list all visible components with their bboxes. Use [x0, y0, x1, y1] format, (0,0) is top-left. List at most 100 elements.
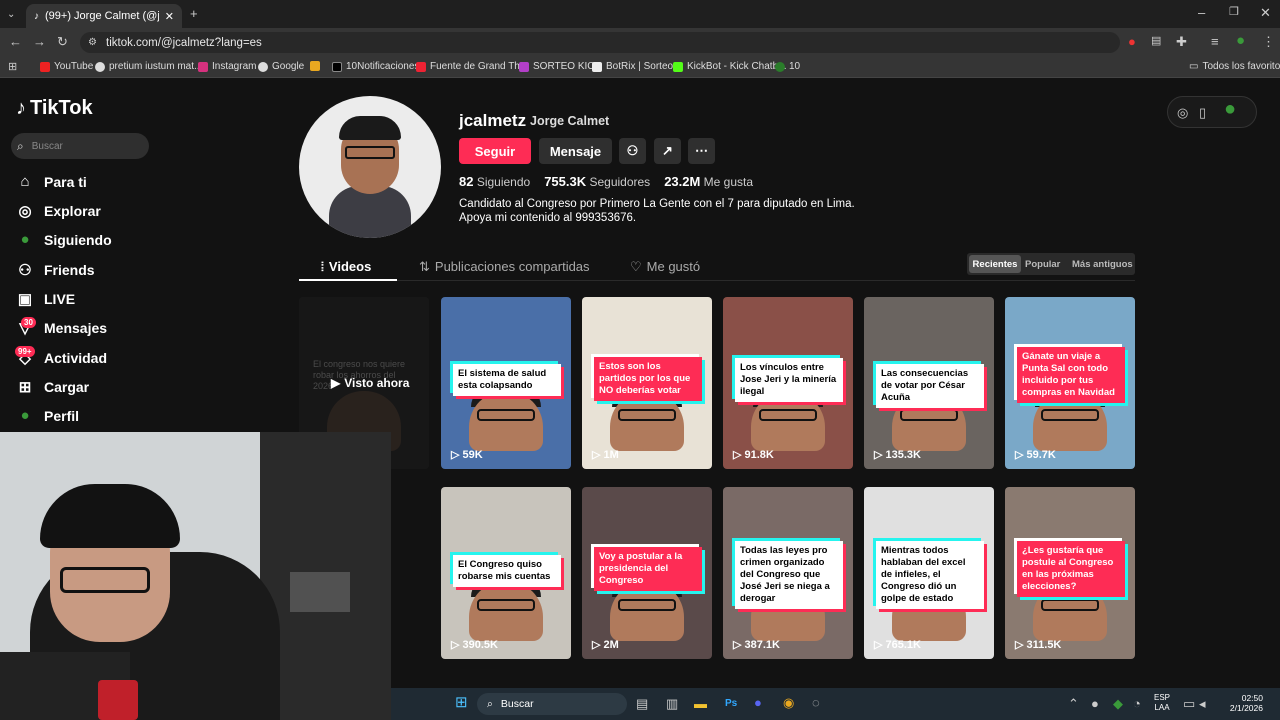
search-input[interactable]: ⌕ Buscar	[11, 133, 149, 159]
chrome-profile-avatar[interactable]: ●	[1236, 33, 1245, 48]
live-icon: ▣	[17, 291, 33, 308]
bookmark-pretium[interactable]: pretium iustum mat...	[95, 61, 202, 72]
bookmark-botrix[interactable]: BotRix | Sorteos	[592, 61, 678, 72]
windows-start-icon[interactable]: ⊞	[455, 695, 468, 710]
bookmark-google[interactable]: Google	[258, 61, 304, 72]
bookmark-youtube[interactable]: YouTube	[40, 61, 93, 72]
apps-grid-icon[interactable]: ⊞	[8, 61, 17, 74]
video-tile[interactable]: Voy a postular a la presidencia del Cong…	[582, 487, 712, 659]
taskbar-search[interactable]: ⌕ Buscar	[477, 693, 627, 715]
message-button[interactable]: Mensaje	[539, 138, 612, 164]
sidebar-item-cargar[interactable]: ⊞ Cargar	[16, 378, 89, 396]
slack-icon	[310, 61, 320, 71]
bookmark-gta[interactable]: Fuente de Grand Th...	[416, 61, 528, 72]
tray-chevron-icon[interactable]: ⌃	[1068, 697, 1079, 710]
address-bar[interactable]: ⚙ tiktok.com/@jcalmetz?lang=es	[80, 32, 1120, 53]
share-button[interactable]: ↗	[654, 138, 681, 164]
top-right-actions: ◎ ▯ ●	[1167, 96, 1257, 128]
view-count: ▷ 59K	[451, 449, 483, 461]
window-close-icon[interactable]: ✕	[1260, 6, 1271, 19]
tray-app-icon[interactable]: ●	[1091, 697, 1099, 710]
tray-app2-icon[interactable]: ◆	[1113, 697, 1123, 710]
video-tile[interactable]: Todas las leyes pro crimen organizado de…	[723, 487, 853, 659]
task-view-icon[interactable]: ▤	[636, 697, 648, 710]
new-tab-icon[interactable]: +	[190, 7, 198, 20]
minimize-icon[interactable]: –	[1198, 6, 1205, 19]
video-tile[interactable]: El Congreso quiso robarse mis cuentas ▷ 3…	[441, 487, 571, 659]
view-count: ▷ 390.5K	[451, 639, 498, 651]
chrome-menu-icon[interactable]: ⋮	[1262, 35, 1275, 48]
likes-stat: 23.2M Me gusta	[664, 174, 754, 189]
video-tile[interactable]: Mientras todos hablaban del excel de inf…	[864, 487, 994, 659]
extension-icon[interactable]: ●	[1128, 35, 1136, 48]
media-icon[interactable]: ≡	[1211, 35, 1219, 48]
video-caption: Estos son los partidos por los que NO de…	[594, 357, 702, 401]
app-icon[interactable]: ▥	[666, 697, 678, 710]
file-explorer-icon[interactable]: ▬	[694, 697, 707, 710]
tab-shared-posts[interactable]: ⇅ Publicaciones compartidas	[419, 259, 590, 275]
tiktok-logo[interactable]: ♪ TikTok	[16, 97, 93, 120]
close-icon[interactable]: ✕	[165, 10, 174, 23]
volume-icon[interactable]: ◂	[1199, 697, 1206, 710]
reload-icon[interactable]: ↻	[57, 35, 68, 48]
bookmark-10notificaciones[interactable]: 10Notificaciones	[332, 61, 419, 72]
tiktok-favicon-icon: ♪	[34, 10, 39, 22]
all-bookmarks[interactable]: ▭ Todos los favoritos	[1189, 61, 1280, 72]
maximize-icon[interactable]: ❐	[1229, 6, 1239, 19]
video-tile[interactable]: El sistema de salud esta colapsando ▷ 59K	[441, 297, 571, 469]
photoshop-icon[interactable]: Ps	[725, 697, 737, 710]
sort-recientes[interactable]: Recientes	[969, 255, 1021, 273]
video-tile[interactable]: Los vínculos entre Jose Jeri y la minerí…	[723, 297, 853, 469]
sidebar-item-explorar[interactable]: ◎ Explorar	[16, 202, 100, 220]
extension2-icon[interactable]: ▤	[1151, 35, 1161, 48]
following-stat[interactable]: 82 Siguiendo	[459, 174, 530, 189]
follow-button[interactable]: Seguir	[459, 138, 531, 164]
tab-search-icon[interactable]: ⌄	[7, 8, 15, 21]
extensions-puzzle-icon[interactable]: ✚	[1176, 35, 1187, 48]
network-icon[interactable]: ▭	[1183, 697, 1195, 710]
more-button[interactable]: ⋯	[688, 138, 715, 164]
coins-icon[interactable]: ◎	[1177, 106, 1188, 119]
back-icon[interactable]: ←	[9, 35, 22, 48]
video-caption: Todas las leyes pro crimen organizado de…	[735, 541, 843, 609]
followers-stat[interactable]: 755.3K Seguidores	[544, 174, 650, 189]
user-avatar[interactable]: ●	[1224, 99, 1236, 119]
windows-taskbar: ⊞ ⌕ Buscar ▤ ▥ ▬ Ps ● ◉ ◌ ⌃ ● ◆ ◔ ESP LAA …	[391, 688, 1280, 720]
sidebar-item-para-ti[interactable]: ⌂ Para ti	[16, 173, 86, 190]
chrome-icon[interactable]: ◉	[783, 696, 794, 709]
tab-liked[interactable]: ♡ Me gustó	[630, 259, 700, 275]
video-tile[interactable]: Estos son los partidos por los que NO de…	[582, 297, 712, 469]
tab-videos[interactable]: ⦙ Videos	[321, 259, 371, 275]
tray-app3-icon[interactable]: ◔	[1133, 697, 1141, 710]
video-tile[interactable]: Gánate un viaje a Punta Sal con todo inc…	[1005, 297, 1135, 469]
streamer-glasses	[60, 567, 150, 593]
fandom-icon	[416, 61, 426, 72]
video-tile[interactable]: Las consecuencias de votar por César Acu…	[864, 297, 994, 469]
sidebar-item-live[interactable]: ▣ LIVE	[16, 290, 75, 308]
view-count: ▷ 59.7K	[1015, 449, 1056, 461]
bookmark-instagram[interactable]: Instagram	[198, 61, 256, 72]
upload-icon: ⊞	[18, 379, 32, 396]
bookmark-10[interactable]: 10	[775, 61, 800, 72]
browser-tab[interactable]: ♪ (99+) Jorge Calmet (@jcalmetz ✕	[26, 4, 182, 28]
video-tile[interactable]: ¿Les gustaría que postule al Congreso en…	[1005, 487, 1135, 659]
webcam-overlay	[0, 432, 391, 720]
sort-popular[interactable]: Popular	[1025, 259, 1060, 270]
share-icon: ↗	[662, 143, 673, 158]
device-icon[interactable]: ▯	[1199, 106, 1206, 119]
language-indicator[interactable]: ESP LAA	[1154, 693, 1170, 713]
app2-icon[interactable]: ◌	[812, 696, 820, 709]
sort-mas-antiguos[interactable]: Más antiguos	[1072, 259, 1133, 270]
bookmark-kickbot[interactable]: KickBot - Kick Chatb...	[673, 61, 786, 72]
sidebar-item-perfil[interactable]: ● Perfil	[16, 407, 79, 424]
bookmark-slack[interactable]	[310, 61, 320, 71]
sidebar-item-friends[interactable]: ⚇ Friends	[16, 261, 94, 279]
site-info-icon[interactable]: ⚙	[88, 36, 97, 49]
sidebar-item-siguiendo[interactable]: ● Siguiendo	[16, 231, 111, 248]
instagram-icon	[198, 61, 208, 72]
clock[interactable]: 02:50 2/1/2026	[1217, 693, 1263, 713]
discord-icon[interactable]: ●	[754, 696, 762, 709]
bookmark-sorteo-kick[interactable]: SORTEO KICK	[519, 61, 601, 72]
suggested-accounts-button[interactable]: ⚇	[619, 138, 646, 164]
forward-icon[interactable]: →	[33, 35, 46, 48]
